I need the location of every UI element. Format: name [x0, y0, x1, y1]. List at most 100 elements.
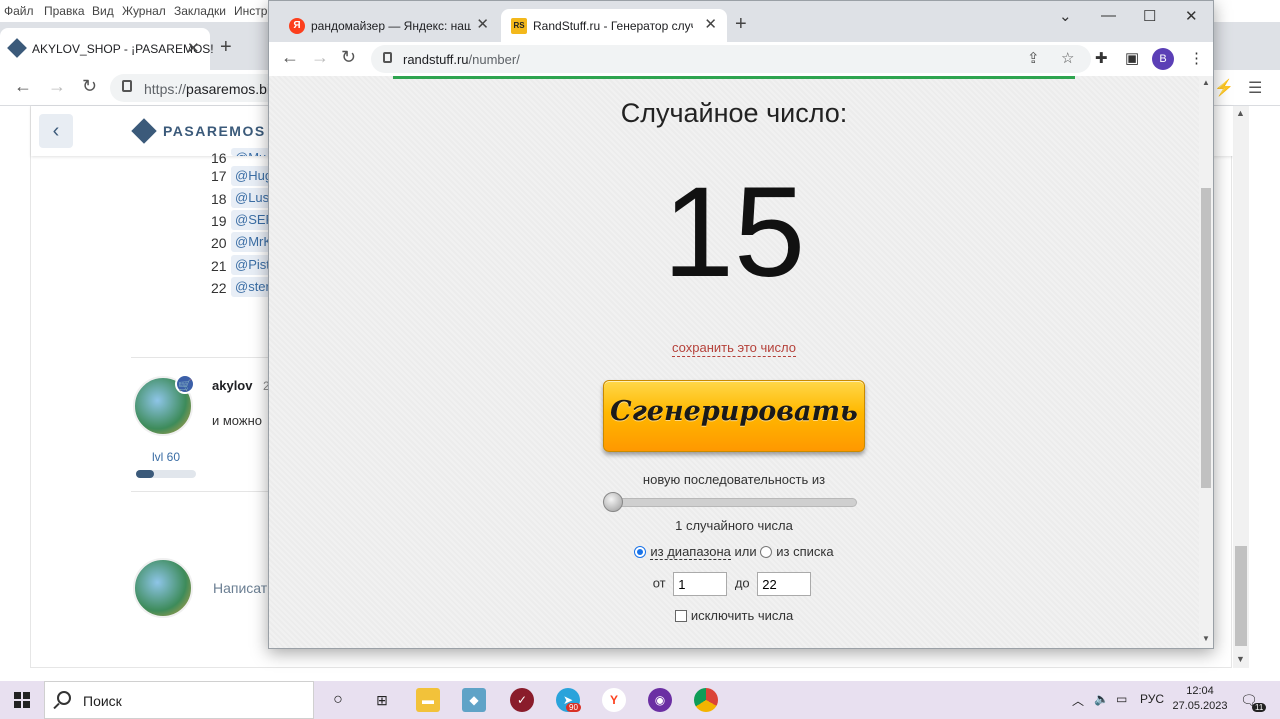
forward-arrow-icon[interactable]: → — [311, 47, 329, 68]
back-arrow-icon[interactable]: ← — [281, 47, 299, 68]
notification-count: 11 — [1252, 703, 1267, 712]
url-scheme: https:// — [144, 81, 187, 97]
menu-history[interactable]: Журнал — [122, 4, 166, 18]
list-number: 21 — [211, 258, 227, 274]
tab-randstuff[interactable]: RS RandStuff.ru - Генератор случа ✕ — [501, 9, 727, 42]
menu-edit[interactable]: Правка — [44, 4, 85, 18]
back-arrow-icon[interactable]: ← — [14, 76, 32, 97]
from-input[interactable] — [673, 572, 728, 596]
tray-chevron-icon[interactable]: ︿ — [1072, 692, 1084, 709]
pasaremos-logo-icon — [131, 118, 157, 144]
reload-icon[interactable]: ↻ — [341, 47, 356, 68]
task-view-circle-icon[interactable]: ○ — [326, 688, 350, 712]
menu-file[interactable]: Файл — [4, 4, 34, 18]
to-input[interactable] — [757, 572, 812, 596]
new-tab-plus-icon[interactable]: + — [735, 13, 747, 36]
menu-view[interactable]: Вид — [92, 4, 114, 18]
cart-icon: 🛒 — [175, 374, 195, 394]
tab-title: рандомайзер — Яндекс: нашло — [311, 19, 471, 33]
scroll-down-arrow-icon[interactable]: ▼ — [1236, 654, 1245, 664]
save-number-link[interactable]: сохранить это число — [672, 340, 796, 357]
maximize-icon[interactable]: ☐ — [1143, 7, 1156, 25]
site-back-button[interactable]: ‹ — [39, 114, 73, 148]
bookmark-star-icon[interactable]: ☆ — [1061, 49, 1074, 67]
close-icon[interactable]: ✕ — [476, 15, 489, 33]
list-mode-radio[interactable] — [760, 546, 773, 558]
scroll-thumb[interactable] — [1201, 188, 1211, 488]
exclude-label[interactable]: исключить числа — [691, 608, 793, 623]
range-mode-radio[interactable] — [634, 546, 647, 558]
side-panel-icon[interactable]: ▣ — [1125, 49, 1139, 67]
reload-icon[interactable]: ↻ — [82, 76, 97, 97]
task-view-icon[interactable]: ⊞ — [370, 688, 394, 712]
scroll-down-arrow-icon[interactable]: ▼ — [1202, 634, 1210, 643]
exclude-checkbox[interactable] — [674, 610, 687, 622]
count-slider-track[interactable] — [605, 498, 857, 507]
scroll-up-arrow-icon[interactable]: ▲ — [1236, 108, 1245, 118]
yandex-browser-icon[interactable]: Y — [602, 688, 626, 712]
taskbar-clock[interactable]: 12:04 27.05.2023 — [1168, 684, 1232, 714]
close-icon[interactable]: ✕ — [187, 39, 200, 57]
menu-bookmarks[interactable]: Закладки — [174, 4, 226, 18]
share-icon[interactable]: ⇪ — [1027, 49, 1040, 67]
tab-yandex[interactable]: Я рандомайзер — Яндекс: нашло ✕ — [279, 9, 499, 42]
bg-scrollbar[interactable]: ▲ ▼ — [1233, 106, 1249, 668]
url-host: randstuff.ru — [403, 52, 469, 67]
random-number-value: 15 — [662, 161, 806, 304]
tor-browser-icon[interactable]: ◉ — [648, 688, 672, 712]
generate-button-label: Сгенерировать — [610, 396, 858, 427]
fg-tab-strip: Я рандомайзер — Яндекс: нашло ✕ RS RandS… — [269, 1, 1213, 42]
avatar — [133, 558, 193, 618]
minimize-icon[interactable]: — — [1101, 7, 1116, 24]
chrome-icon[interactable] — [694, 688, 718, 712]
count-slider-handle[interactable] — [603, 492, 623, 512]
list-mode-label[interactable]: из списка — [776, 544, 833, 559]
more-menu-icon[interactable]: ⋮ — [1189, 49, 1204, 67]
generate-button[interactable]: Сгенерировать — [603, 380, 865, 452]
level-progress-bar — [136, 470, 196, 478]
level-progress-fill — [136, 470, 154, 478]
forward-arrow-icon[interactable]: → — [48, 76, 66, 97]
tab-search-chevron-icon[interactable]: ⌄ — [1059, 7, 1072, 25]
close-icon[interactable]: ✕ — [704, 15, 717, 33]
magic-wand-icon[interactable]: ⚡ — [1214, 78, 1234, 98]
list-number: 16 — [211, 150, 227, 166]
to-label: до — [734, 575, 750, 591]
tab-title: RandStuff.ru - Генератор случа — [533, 19, 693, 33]
range-inputs: от до — [269, 572, 1199, 596]
new-tab-plus-icon[interactable]: + — [220, 36, 232, 59]
menu-tools[interactable]: Инстр — [234, 4, 267, 18]
fg-address-bar[interactable]: randstuff.ru/number/ ⇪ ☆ — [371, 45, 1091, 73]
window-close-icon[interactable]: ✕ — [1185, 7, 1198, 25]
volume-icon[interactable]: 🔈 — [1094, 692, 1109, 706]
mode-selector: из диапазона или из списка — [269, 544, 1199, 560]
tune-icon[interactable]: ☰ — [1248, 78, 1262, 98]
network-icon[interactable]: ▭ — [1116, 692, 1127, 706]
file-explorer-icon[interactable]: ▬ — [416, 688, 440, 712]
language-indicator[interactable]: РУС — [1140, 692, 1164, 706]
fg-scrollbar[interactable]: ▲ ▼ — [1199, 76, 1213, 648]
scroll-thumb[interactable] — [1235, 546, 1247, 646]
list-number: 19 — [211, 213, 227, 229]
taskbar-search[interactable]: Поиск — [44, 681, 314, 719]
taskbar-search-placeholder: Поиск — [83, 693, 122, 709]
antivirus-icon[interactable]: ✓ — [510, 688, 534, 712]
mode-or-label: или — [734, 544, 757, 559]
count-label: 1 случайного числа — [675, 518, 793, 533]
sequence-label: новую последовательность из — [642, 472, 826, 487]
post-username[interactable]: akylov — [212, 378, 252, 393]
app-icon[interactable]: ◆ — [462, 688, 486, 712]
yandex-favicon-icon: Я — [289, 18, 305, 34]
scroll-up-arrow-icon[interactable]: ▲ — [1202, 78, 1210, 87]
fg-toolbar: ← → ↻ randstuff.ru/number/ ⇪ ☆ ✚ ▣ B ⋮ — [269, 42, 1213, 76]
bg-tab-pasaremos[interactable]: AKYLOV_SHOP - ¡PASAREMOS! ✕ — [0, 28, 214, 70]
windows-start-icon[interactable] — [14, 692, 30, 708]
extensions-puzzle-icon[interactable]: ✚ — [1095, 49, 1108, 67]
site-logo-text[interactable]: PASAREMOS — [163, 123, 266, 139]
list-number: 20 — [211, 235, 227, 251]
reply-placeholder[interactable]: Написат — [213, 580, 267, 596]
loading-accent-line — [393, 76, 1075, 79]
range-mode-label[interactable]: из диапазона — [650, 544, 731, 560]
random-number-title: Случайное число: — [620, 98, 848, 128]
profile-avatar[interactable]: B — [1152, 48, 1174, 70]
